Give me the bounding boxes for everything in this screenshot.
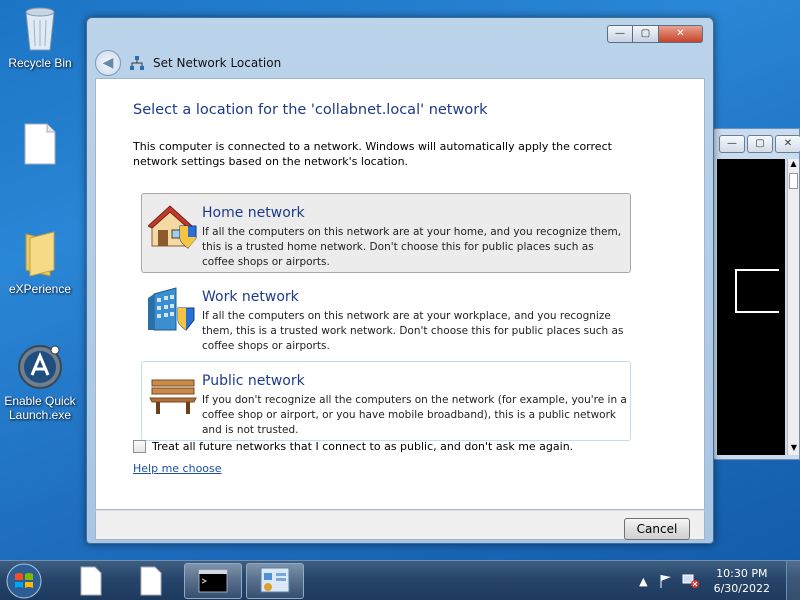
quick-launch-app-icon <box>18 345 62 389</box>
scroll-thumb[interactable] <box>789 173 798 189</box>
file-icon <box>140 566 162 596</box>
console-scrollbar[interactable]: ▲ ▼ <box>787 159 799 455</box>
cancel-button[interactable]: Cancel <box>624 518 690 540</box>
blank-file-icon <box>24 123 56 165</box>
intro-text: This computer is connected to a network.… <box>133 140 612 168</box>
public-network-description: If you don't recognize all the computers… <box>202 394 627 436</box>
treat-as-public-checkbox[interactable] <box>133 440 146 453</box>
folder-icon <box>25 231 55 277</box>
taskbar-network-dialog[interactable] <box>246 563 304 599</box>
home-network-title: Home network <box>202 205 305 221</box>
dialog-footer: Cancel <box>95 510 705 540</box>
file-icon <box>80 566 102 596</box>
console-maximize-button[interactable]: ▢ <box>747 135 773 153</box>
back-button[interactable]: ◀ <box>95 50 121 76</box>
taskbar-command-prompt[interactable] <box>184 563 242 599</box>
clock[interactable]: 10:30 PM 6/30/2022 <box>714 566 770 596</box>
clock-date: 6/30/2022 <box>713 582 770 595</box>
start-button-windows-icon[interactable] <box>4 562 44 600</box>
recycle-bin-label: Recycle Bin <box>8 56 72 70</box>
experience-label: eXPerience <box>8 282 72 296</box>
dialog-nav-bar: ◀ Set Network Location <box>95 48 705 78</box>
dialog-caption-buttons: — ▢ ✕ <box>607 25 703 43</box>
desktop-icon-blank-file[interactable] <box>0 122 80 170</box>
help-me-choose-link[interactable]: Help me choose <box>133 462 222 475</box>
home-network-icon <box>148 205 197 249</box>
public-network-option[interactable]: Public network If you don't recognize al… <box>141 361 631 441</box>
taskbar-file-2[interactable] <box>124 563 178 599</box>
console-window[interactable]: — ▢ ✕ ▲ ▼ <box>712 128 800 460</box>
show-desktop-button[interactable] <box>786 561 800 600</box>
taskbar: ▲ 10:30 PM 6/30/2022 <box>0 560 800 600</box>
maximize-button[interactable]: ▢ <box>633 25 659 43</box>
console-screen <box>717 159 785 455</box>
work-network-description: If all the computers on this network are… <box>202 310 624 352</box>
page-heading: Select a location for the 'collabnet.loc… <box>133 102 488 118</box>
close-button[interactable]: ✕ <box>659 25 703 43</box>
console-caption-buttons: — ▢ ✕ <box>719 135 800 153</box>
network-disconnected-icon[interactable] <box>682 573 700 589</box>
minimize-button[interactable]: — <box>607 25 633 43</box>
clock-time: 10:30 PM <box>716 567 768 580</box>
work-network-title: Work network <box>202 289 299 305</box>
console-box <box>735 269 779 313</box>
recycle-bin-icon <box>25 7 55 51</box>
treat-as-public-checkbox-row[interactable]: Treat all future networks that I connect… <box>133 440 573 453</box>
desktop-icon-recycle-bin[interactable]: Recycle Bin <box>0 6 80 70</box>
command-prompt-icon <box>198 569 228 593</box>
show-hidden-icons-arrow-icon[interactable]: ▲ <box>639 575 647 588</box>
dialog-title: Set Network Location <box>153 56 282 70</box>
system-tray: ▲ 10:30 PM 6/30/2022 <box>639 565 770 597</box>
scroll-down-arrow-icon[interactable]: ▼ <box>788 443 800 455</box>
scroll-up-arrow-icon[interactable]: ▲ <box>788 159 799 171</box>
public-network-title: Public network <box>202 373 305 389</box>
treat-as-public-label: Treat all future networks that I connect… <box>152 440 574 453</box>
network-dialog-icon <box>260 567 290 593</box>
home-network-option[interactable]: Home network If all the computers on thi… <box>141 193 631 273</box>
desktop-icon-enable-quick-launch[interactable]: Enable Quick Launch.exe <box>0 344 80 422</box>
back-arrow-icon: ◀ <box>102 55 114 71</box>
taskbar-file-1[interactable] <box>64 563 118 599</box>
console-close-button[interactable]: ✕ <box>775 135 800 153</box>
enable-quick-launch-label: Enable Quick Launch.exe <box>4 394 76 422</box>
network-icon <box>130 56 144 70</box>
set-network-location-dialog: — ▢ ✕ ◀ Set Network Location Select a lo… <box>86 17 714 544</box>
public-network-bench-icon <box>149 379 197 414</box>
work-network-option[interactable]: Work network If all the computers on thi… <box>141 277 631 357</box>
console-minimize-button[interactable]: — <box>719 135 745 153</box>
desktop-icon-experience-folder[interactable]: eXPerience <box>0 230 80 296</box>
dialog-content: Select a location for the 'collabnet.loc… <box>95 78 705 510</box>
action-center-flag-icon[interactable] <box>658 573 674 589</box>
work-network-icon <box>148 287 195 331</box>
home-network-description: If all the computers on this network are… <box>202 226 622 268</box>
